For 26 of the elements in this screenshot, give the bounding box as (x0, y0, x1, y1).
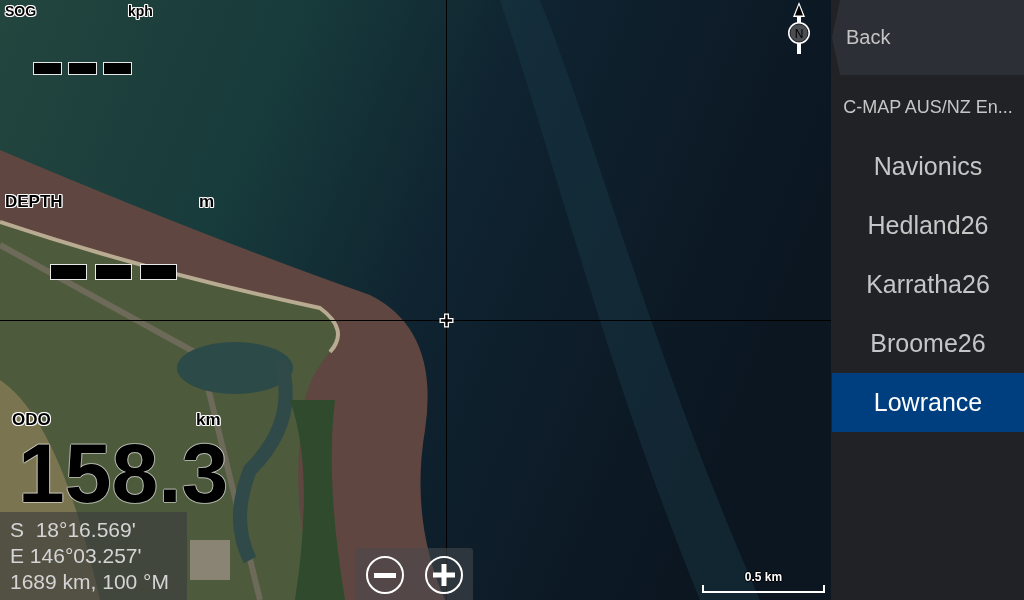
back-button[interactable]: Back (832, 0, 1024, 75)
menu-item[interactable]: Navionics (832, 137, 1024, 196)
gauge-label: ODO (11, 410, 51, 431)
dash-icon (50, 264, 87, 281)
zoom-out-button[interactable] (366, 556, 404, 594)
menu-item[interactable]: Hedland26 (832, 196, 1024, 255)
menu-item[interactable]: Karratha26 (832, 255, 1024, 314)
gauge-label: SOG (4, 3, 37, 20)
zoom-in-button[interactable] (425, 556, 463, 594)
gauge-value: 158.3 (18, 440, 229, 507)
position-text: S 18°16.569' (10, 517, 136, 543)
menu-item[interactable]: Broome26 (832, 314, 1024, 373)
minus-icon (374, 572, 396, 578)
gauge-unit: km (196, 410, 221, 431)
position-text: E 146°03.257' (10, 543, 142, 569)
gauge-unit: kph (128, 3, 153, 20)
position-text: 1689 km, 100 °M (10, 569, 169, 595)
dash-icon (95, 264, 132, 281)
plus-icon (433, 564, 455, 586)
menu-item[interactable]: C-MAP AUS/NZ En... (832, 78, 1024, 137)
gauge-label: DEPTH (4, 192, 63, 213)
menu-item[interactable]: Lowrance (832, 373, 1024, 432)
gauge-unit: m (199, 192, 215, 213)
scale-label: 0.5 km (744, 570, 783, 584)
cursor-cross-icon (439, 313, 454, 328)
dash-icon (140, 264, 177, 281)
